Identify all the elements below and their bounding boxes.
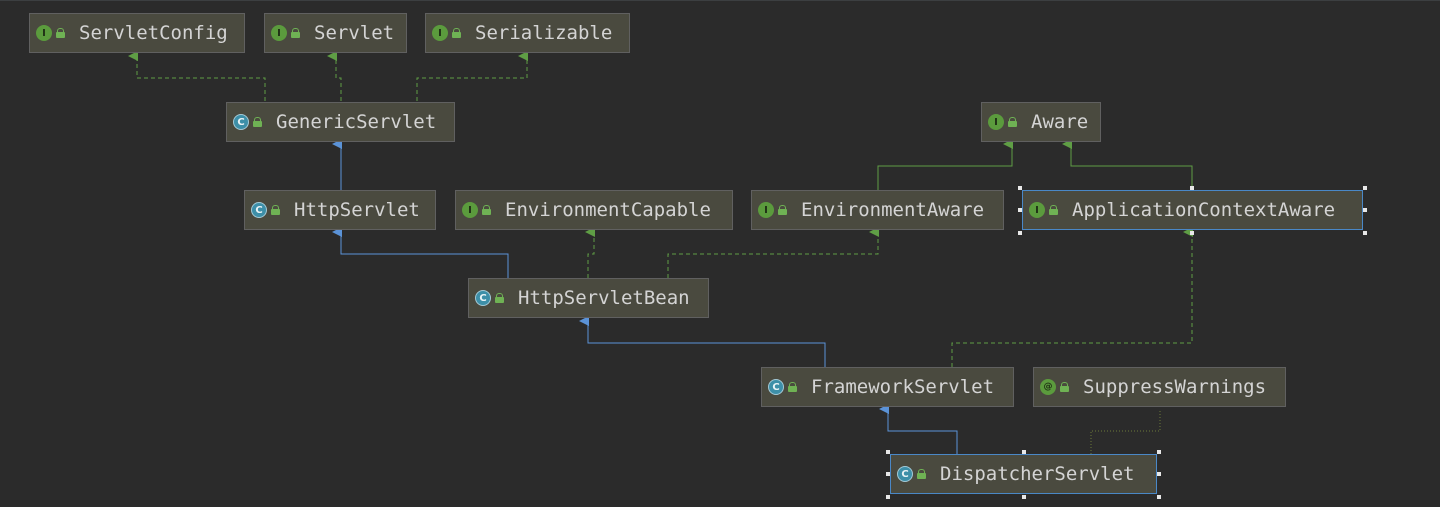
node-genericservlet[interactable]: C GenericServlet	[226, 102, 455, 142]
node-label: EnvironmentCapable	[505, 199, 711, 221]
edge-environmentaware-aware	[877, 139, 1013, 190]
selection-handle[interactable]	[1018, 208, 1022, 212]
node-label: GenericServlet	[276, 111, 437, 133]
selection-handle[interactable]	[1190, 231, 1194, 235]
node-aware[interactable]: I Aware	[981, 102, 1101, 142]
node-applicationcontextaware[interactable]: I ApplicationContextAware	[1022, 190, 1363, 230]
selection-handle[interactable]	[1363, 186, 1367, 190]
interface-icon: I	[36, 25, 52, 41]
node-label: HttpServlet	[294, 199, 420, 221]
edge-dispatcherservlet-suppresswarnings	[1090, 409, 1161, 454]
public-lock-icon	[1049, 205, 1058, 215]
public-lock-icon	[917, 469, 926, 479]
node-servletconfig[interactable]: I ServletConfig	[29, 13, 245, 53]
edge-frameworkservlet-httpservletbean	[579, 316, 826, 367]
node-servlet[interactable]: I Servlet	[264, 13, 407, 53]
node-serializable[interactable]: I Serializable	[425, 13, 630, 53]
interface-icon: I	[432, 25, 448, 41]
node-dispatcherservlet[interactable]: C DispatcherServlet	[890, 454, 1157, 494]
abstract-class-icon: C	[475, 290, 491, 306]
node-label: HttpServletBean	[518, 287, 690, 309]
selection-handle[interactable]	[1363, 208, 1367, 212]
node-frameworkservlet[interactable]: C FrameworkServlet	[761, 367, 1014, 407]
edges-layer	[128, 51, 1193, 454]
interface-icon: I	[1029, 202, 1045, 218]
uml-diagram-canvas[interactable]: I ServletConfig I Servlet I Serializable…	[0, 0, 1440, 507]
interface-icon: I	[758, 202, 774, 218]
edge-frameworkservlet-applicationcontextaware	[951, 227, 1193, 367]
public-lock-icon	[291, 28, 300, 38]
public-lock-icon	[1008, 117, 1017, 127]
selection-handle[interactable]	[1018, 231, 1022, 235]
public-lock-icon	[1060, 382, 1069, 392]
selection-handle[interactable]	[1157, 472, 1161, 476]
node-environmentcapable[interactable]: I EnvironmentCapable	[455, 190, 733, 230]
node-label: DispatcherServlet	[940, 463, 1135, 485]
annotation-icon: @	[1040, 379, 1056, 395]
interface-icon: I	[988, 114, 1004, 130]
selection-handle[interactable]	[1157, 495, 1161, 499]
public-lock-icon	[778, 205, 787, 215]
public-lock-icon	[482, 205, 491, 215]
abstract-class-icon: C	[251, 202, 267, 218]
class-icon: C	[897, 466, 913, 482]
public-lock-icon	[788, 382, 797, 392]
edge-httpservletbean-httpservlet	[332, 227, 509, 278]
abstract-class-icon: C	[233, 114, 249, 130]
selection-handle[interactable]	[886, 495, 890, 499]
node-httpservlet[interactable]: C HttpServlet	[244, 190, 436, 230]
edge-httpservletbean-environmentcapable	[585, 227, 595, 278]
selection-handle[interactable]	[1190, 186, 1194, 190]
edge-genericservlet-servletconfig	[128, 51, 266, 101]
selection-handle[interactable]	[886, 450, 890, 454]
public-lock-icon	[253, 117, 262, 127]
node-label: SuppressWarnings	[1083, 376, 1267, 398]
abstract-class-icon: C	[768, 379, 784, 395]
node-label: Servlet	[314, 22, 395, 44]
edge-genericservlet-servlet	[327, 51, 342, 101]
public-lock-icon	[495, 293, 504, 303]
node-label: EnvironmentAware	[801, 199, 985, 221]
selection-handle[interactable]	[1022, 450, 1026, 454]
public-lock-icon	[452, 28, 461, 38]
selection-handle[interactable]	[1157, 450, 1161, 454]
edge-applicationcontextaware-aware	[1062, 139, 1193, 190]
edge-dispatcherservlet-frameworkservlet	[879, 404, 958, 454]
interface-icon: I	[462, 202, 478, 218]
node-label: FrameworkServlet	[811, 376, 995, 398]
selection-handle[interactable]	[1363, 231, 1367, 235]
public-lock-icon	[56, 28, 65, 38]
public-lock-icon	[271, 205, 280, 215]
edge-httpservletbean-environmentaware	[667, 227, 879, 278]
node-label: Serializable	[475, 22, 613, 44]
interface-icon: I	[271, 25, 287, 41]
selection-handle[interactable]	[886, 472, 890, 476]
edge-genericservlet-serializable	[416, 51, 528, 101]
node-label: Aware	[1031, 111, 1089, 133]
node-httpservletbean[interactable]: C HttpServletBean	[468, 278, 709, 318]
selection-handle[interactable]	[1022, 495, 1026, 499]
node-label: ApplicationContextAware	[1072, 199, 1336, 221]
node-environmentaware[interactable]: I EnvironmentAware	[751, 190, 1004, 230]
node-suppresswarnings[interactable]: @ SuppressWarnings	[1033, 367, 1286, 407]
selection-handle[interactable]	[1018, 186, 1022, 190]
node-label: ServletConfig	[79, 22, 228, 44]
